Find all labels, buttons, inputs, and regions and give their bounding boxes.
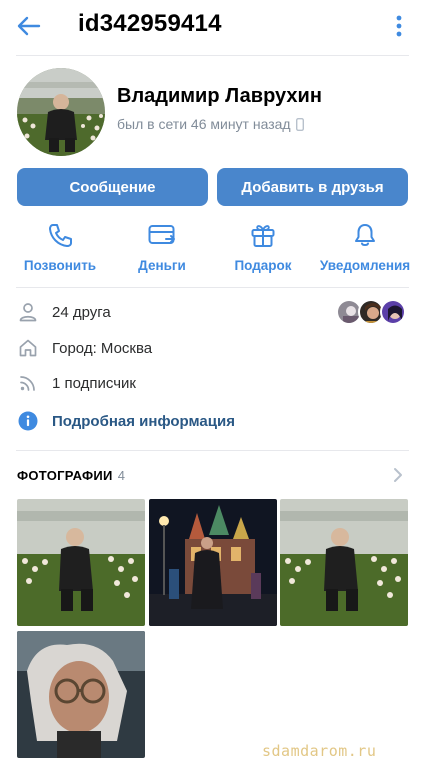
money-action[interactable]: Деньги — [112, 220, 212, 273]
friends-count: 24 друга — [52, 303, 111, 321]
quick-actions: Позвонить Деньги Подарок Уведомления — [0, 220, 425, 276]
followers-row[interactable]: 1 подписчик — [17, 372, 136, 394]
person-icon — [17, 301, 39, 323]
money-icon — [148, 220, 176, 250]
call-label: Позвонить — [23, 258, 97, 273]
photos-count: 4 — [117, 468, 126, 483]
photo-thumbnail[interactable] — [149, 499, 277, 626]
photo-thumbnail[interactable] — [17, 631, 145, 758]
more-options-button[interactable] — [388, 12, 410, 40]
mobile-phone-icon — [295, 117, 304, 131]
message-button[interactable]: Сообщение — [17, 168, 208, 206]
home-icon — [17, 337, 39, 359]
notifications-label: Уведомления — [319, 258, 411, 273]
gift-action[interactable]: Подарок — [213, 220, 313, 273]
friends-row[interactable]: 24 друга — [17, 301, 111, 323]
back-button[interactable] — [14, 12, 44, 40]
notifications-action[interactable]: Уведомления — [315, 220, 415, 273]
photo-thumbnail[interactable] — [280, 499, 408, 626]
actions-divider — [16, 287, 409, 288]
back-arrow-icon — [17, 16, 41, 36]
money-label: Деньги — [138, 258, 186, 273]
call-action[interactable]: Позвонить — [10, 220, 110, 273]
followers-count: 1 подписчик — [52, 374, 136, 392]
vertical-dots-icon — [396, 15, 402, 37]
top-bar: id342959414 — [0, 0, 425, 52]
gift-label: Подарок — [234, 258, 292, 273]
gift-icon — [250, 220, 276, 250]
status-text: был в сети 46 минут назад — [117, 116, 291, 132]
profile-name: Владимир Лаврухин — [117, 85, 322, 107]
header-divider — [16, 55, 409, 56]
friends-avatars[interactable] — [336, 299, 408, 325]
phone-icon — [47, 220, 73, 250]
photos-header[interactable]: ФОТОГРАФИИ 4 — [17, 468, 125, 483]
city-text: Город: Москва — [52, 339, 153, 357]
details-link: Подробная информация — [52, 412, 235, 430]
profile-avatar[interactable] — [17, 68, 105, 156]
watermark-text: sdamdarom.ru — [262, 742, 377, 760]
friend-avatar — [380, 299, 406, 325]
rss-icon — [17, 372, 39, 394]
city-row: Город: Москва — [17, 337, 152, 359]
details-row[interactable]: Подробная информация — [17, 410, 235, 432]
chevron-right-icon[interactable] — [393, 467, 403, 483]
online-status: был в сети 46 минут назад — [117, 116, 304, 132]
bell-icon — [353, 220, 377, 250]
page-title: id342959414 — [78, 10, 222, 37]
photos-title: ФОТОГРАФИИ — [17, 468, 113, 483]
info-divider — [16, 450, 409, 451]
info-icon — [17, 410, 39, 432]
photo-thumbnail[interactable] — [17, 499, 145, 626]
add-friend-button[interactable]: Добавить в друзья — [217, 168, 408, 206]
